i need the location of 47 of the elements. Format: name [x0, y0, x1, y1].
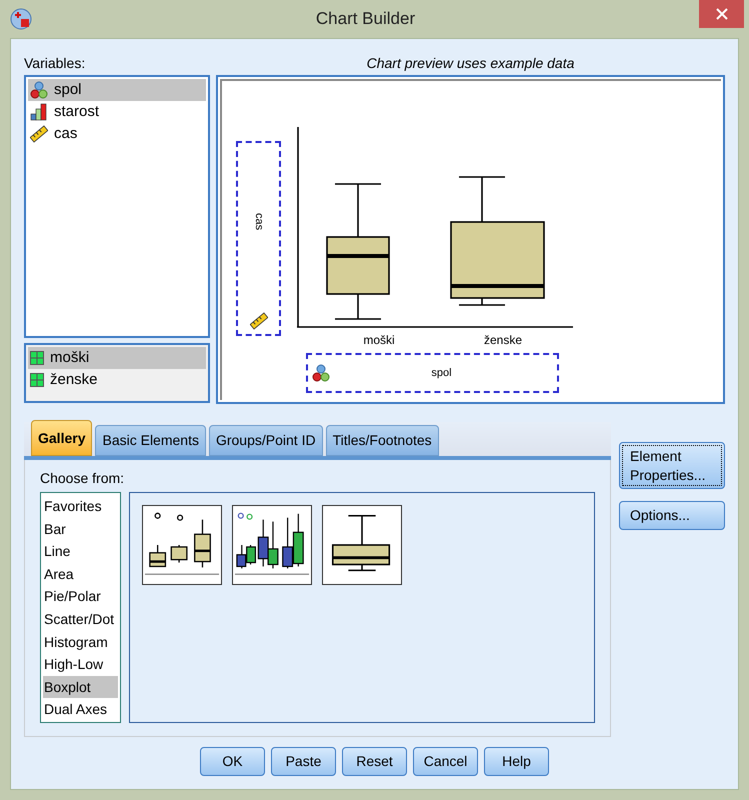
chart-type-item[interactable]: Area	[43, 562, 118, 586]
chart-type-item[interactable]: Bar	[43, 518, 118, 540]
close-icon	[716, 8, 728, 20]
dialog-button[interactable]: Element Properties...	[619, 442, 725, 489]
window-title: Chart Builder	[314, 8, 416, 30]
y-axis-drop-zone[interactable]: cas	[236, 141, 281, 336]
category-item[interactable]: moški	[28, 347, 206, 369]
three-circles-icon	[30, 81, 48, 99]
chart-type-item[interactable]: Boxplot	[43, 676, 118, 698]
chart-type-thumbnail[interactable]	[232, 505, 312, 585]
chart-type-item[interactable]: High-Low	[43, 653, 118, 676]
tab[interactable]: Titles/Footnotes	[326, 425, 439, 456]
dialog-button[interactable]: Cancel	[413, 747, 478, 776]
chart-type-item[interactable]: Favorites	[43, 495, 118, 518]
chart-type-thumbnail[interactable]	[142, 505, 222, 585]
tab[interactable]: Groups/Point ID	[208, 425, 323, 456]
dialog-button[interactable]: Paste	[271, 747, 336, 776]
category-axis-label: ženske	[482, 332, 524, 349]
variable-item[interactable]: starost	[28, 101, 206, 123]
three-circles-icon	[312, 364, 330, 382]
category-axis-label: moški	[362, 332, 396, 349]
bar-chart-icon	[30, 103, 48, 121]
chart-type-item[interactable]: Histogram	[43, 630, 118, 654]
preview-caption: Chart preview uses example data	[366, 54, 576, 73]
chart-type-item[interactable]: Line	[43, 540, 118, 563]
dialog-button[interactable]: Reset	[342, 747, 407, 776]
dialog-button[interactable]: Options...	[619, 501, 725, 530]
chart-type-item[interactable]: Dual Axes	[43, 698, 118, 721]
category-item[interactable]: ženske	[28, 369, 206, 391]
chart-type-item[interactable]: Scatter/Dot	[43, 608, 118, 631]
axis-variable-label: spol	[430, 366, 453, 381]
close-button[interactable]	[699, 0, 744, 28]
tab[interactable]: Gallery	[31, 420, 92, 456]
grid-square-icon	[30, 351, 44, 365]
variable-item[interactable]: cas	[28, 123, 206, 145]
tab[interactable]: Basic Elements	[95, 425, 206, 456]
dialog-button[interactable]: OK	[200, 747, 265, 776]
axis-variable-label: cas	[252, 213, 266, 230]
choose-from-label: Choose from:	[40, 469, 126, 488]
x-axis-drop-zone[interactable]: spol	[306, 353, 559, 393]
grid-square-icon	[30, 373, 44, 387]
dialog-button[interactable]: Help	[484, 747, 549, 776]
chart-type-item[interactable]: Pie/Polar	[43, 585, 118, 608]
variables-label: Variables:	[24, 54, 86, 73]
chart-type-thumbnail[interactable]	[322, 505, 402, 585]
variable-item[interactable]: spol	[28, 79, 206, 101]
app-icon	[10, 8, 32, 30]
